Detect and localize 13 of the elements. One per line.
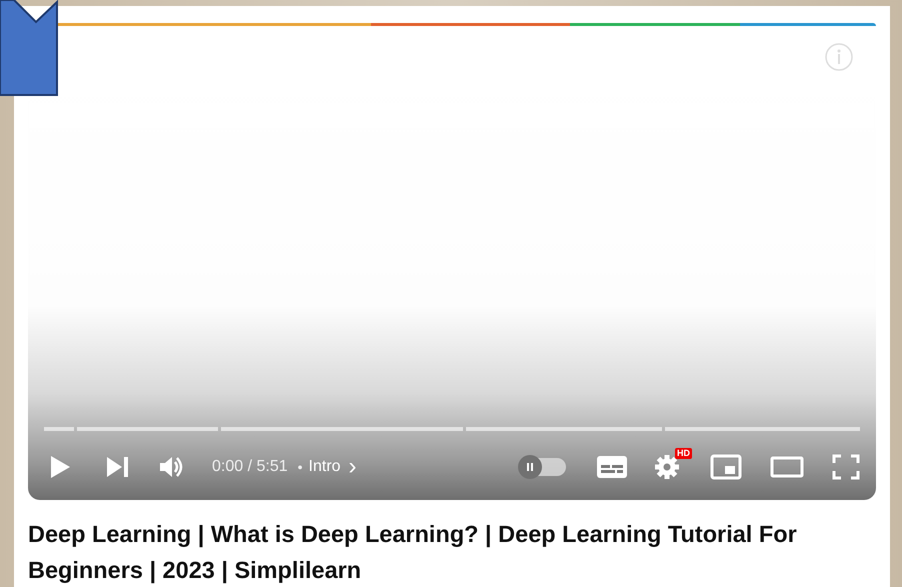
autoplay-toggle[interactable] [520, 458, 566, 476]
settings-button[interactable] [654, 454, 680, 480]
chapter-link[interactable]: Intro › [308, 458, 357, 476]
miniplayer-icon[interactable] [710, 454, 742, 480]
hd-badge: HD [675, 448, 692, 459]
arrow-icon [0, 0, 58, 96]
pause-icon [525, 462, 535, 472]
time-display: 0:00 / 5:51 [212, 458, 288, 476]
separator-dot: • [298, 459, 303, 475]
subtitles-icon[interactable] [596, 455, 628, 479]
theater-icon[interactable] [770, 456, 804, 478]
video-title: Deep Learning | What is Deep Learning? | Deep Learning Tutorial For Beginners | 2023 | Simplilearn [28, 520, 798, 586]
fullscreen-icon[interactable] [832, 454, 860, 480]
